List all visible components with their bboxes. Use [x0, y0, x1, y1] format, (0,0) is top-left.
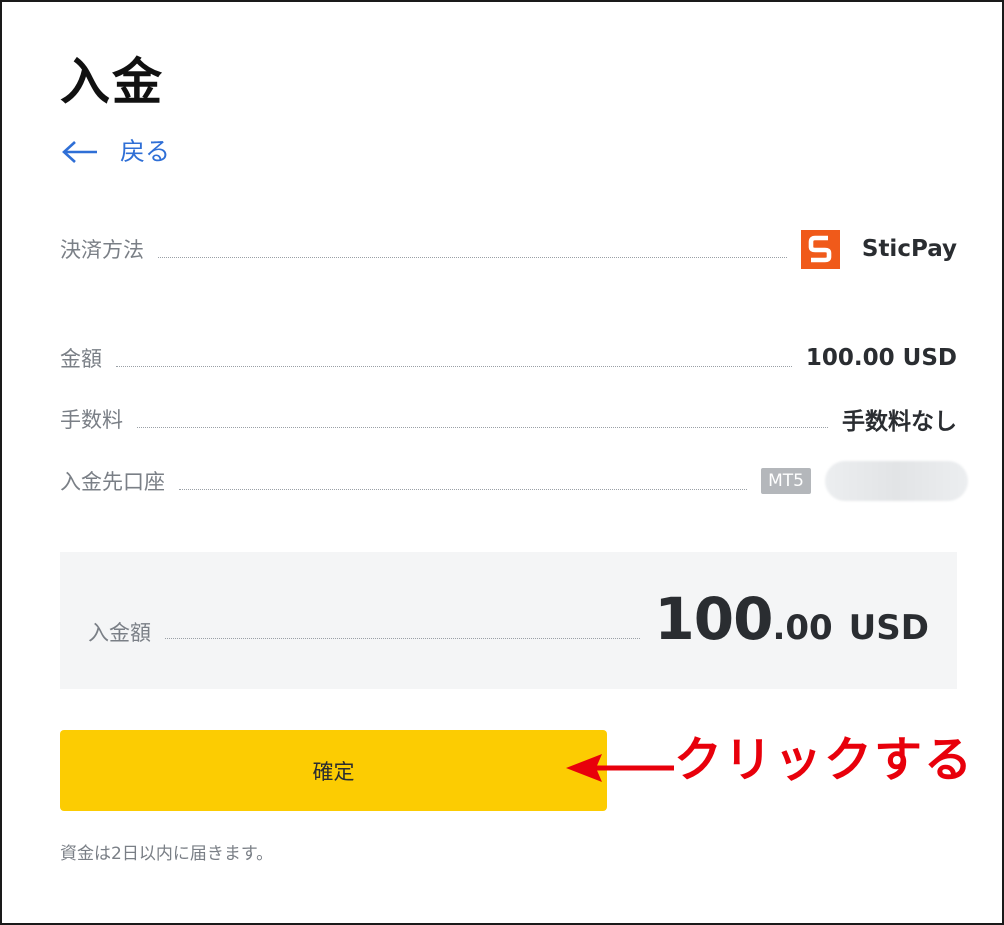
- delivery-note: 資金は2日以内に届きます。: [60, 844, 274, 864]
- sticpay-logo-icon: [800, 229, 840, 269]
- fee-row: 手数料 手数料なし: [60, 399, 957, 439]
- dotted-leader: [165, 638, 641, 639]
- mt5-badge: MT5: [761, 468, 811, 494]
- total-amount: 100 .00 USD: [654, 589, 929, 649]
- annotation-arrow-icon: [566, 754, 674, 782]
- payment-method-label: 決済方法: [60, 238, 144, 262]
- fee-label: 手数料: [60, 408, 123, 432]
- annotation-text: クリックする: [674, 732, 975, 788]
- total-integer: 100: [654, 585, 773, 653]
- back-label: 戻る: [120, 137, 171, 166]
- total-decimal: .00: [772, 608, 833, 648]
- fee-value: 手数料なし: [842, 409, 957, 435]
- amount-value: 100.00 USD: [805, 345, 957, 371]
- deposit-panel: 入金 戻る 決済方法 SticPay 金額 100.00 USD 手数料 手数料…: [0, 0, 1004, 925]
- page-title: 入金: [60, 53, 164, 111]
- back-link[interactable]: 戻る: [62, 134, 170, 170]
- total-label: 入金額: [88, 621, 151, 645]
- dotted-leader: [116, 365, 792, 367]
- arrow-left-icon: [62, 141, 97, 163]
- amount-row: 金額 100.00 USD: [60, 338, 957, 378]
- dotted-leader: [137, 426, 828, 428]
- destination-account-label: 入金先口座: [60, 470, 165, 494]
- confirm-button[interactable]: 確定: [60, 730, 607, 811]
- amount-label: 金額: [60, 347, 102, 371]
- payment-method-row: 決済方法 SticPay: [60, 229, 957, 269]
- destination-account-row: 入金先口座 MT5: [60, 461, 968, 501]
- masked-account-number: [825, 461, 968, 501]
- total-summary: 入金額 100 .00 USD: [60, 552, 957, 689]
- dotted-leader: [179, 488, 748, 490]
- dotted-leader: [158, 256, 787, 258]
- total-currency: USD: [848, 608, 929, 648]
- payment-method-value: SticPay: [861, 236, 957, 262]
